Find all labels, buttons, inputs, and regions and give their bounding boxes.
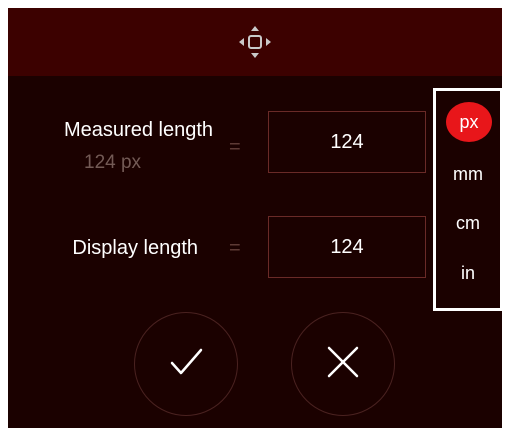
measurement-dialog: Measured length 124 px = 124 Display len… — [8, 8, 502, 428]
unit-option-in[interactable]: in — [436, 263, 500, 284]
measured-length-value-text: 124 px — [84, 152, 142, 173]
close-icon — [323, 342, 363, 387]
display-length-label: Display length — [72, 237, 198, 259]
unit-option-px[interactable]: px — [446, 102, 492, 142]
move-arrows-icon[interactable] — [235, 22, 275, 62]
dialog-header[interactable] — [8, 8, 502, 76]
unit-option-cm[interactable]: cm — [436, 213, 500, 234]
measured-length-field[interactable]: 124 — [268, 111, 426, 173]
measured-equals-sign: = — [229, 136, 241, 158]
confirm-button[interactable] — [134, 312, 238, 416]
cancel-button[interactable] — [291, 312, 395, 416]
unit-selector: px mm cm in — [433, 88, 502, 311]
display-equals-sign: = — [229, 237, 241, 259]
checkmark-icon — [166, 342, 206, 387]
measured-length-label: Measured length — [64, 119, 213, 141]
display-length-field[interactable]: 124 — [268, 216, 426, 278]
unit-option-mm[interactable]: mm — [436, 164, 500, 185]
